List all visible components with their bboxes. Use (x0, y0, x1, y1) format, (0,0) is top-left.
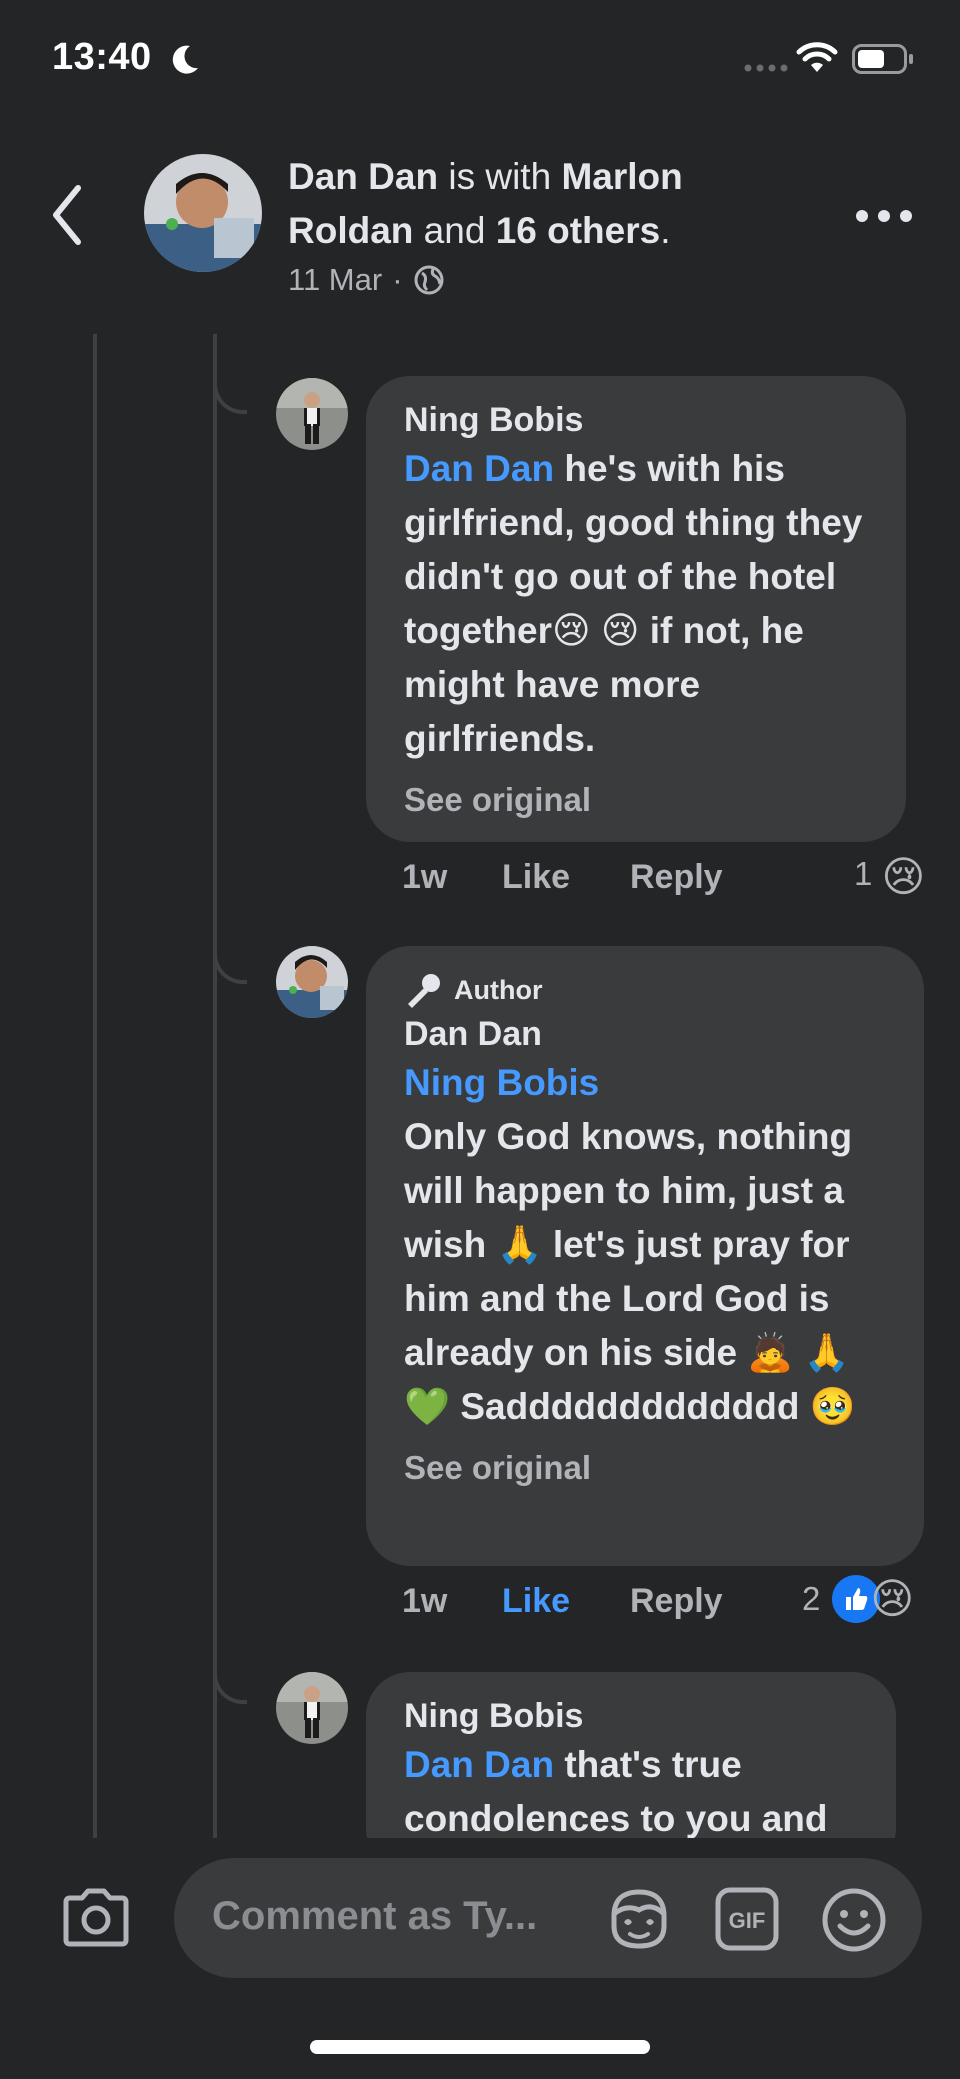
post-header: Dan Dan is with Marlon Roldan and 16 oth… (0, 130, 960, 300)
status-bar: 13:40 (0, 0, 960, 110)
gif-icon[interactable]: GIF (714, 1886, 780, 1952)
post-date[interactable]: 11 Mar (288, 262, 382, 298)
commenter-name[interactable]: Dan Dan (404, 1012, 888, 1056)
comment-body: he's with his girlfriend, good thing the… (404, 448, 863, 759)
comment-actions: 1w Like Reply (402, 858, 922, 904)
wifi-icon (796, 42, 838, 72)
author-avatar-small[interactable] (276, 946, 348, 1018)
reply-button[interactable]: Reply (630, 858, 723, 897)
commenter-name[interactable]: Ning Bobis (404, 1694, 860, 1738)
see-original-link[interactable]: See original (404, 774, 870, 826)
author-avatar[interactable] (144, 154, 262, 272)
reaction-summary[interactable]: 1 😢 (854, 852, 925, 901)
others-link[interactable]: 16 others (496, 210, 661, 251)
comment-text: Dan Dan that's true condolences to you a… (404, 1738, 860, 1846)
comment-bubble[interactable]: Ning Bobis Dan Dan he's with his girlfri… (366, 376, 906, 842)
reply-connector (213, 342, 247, 414)
comment-bubble[interactable]: Author Dan Dan Ning Bobis Only God knows… (366, 946, 924, 1566)
commenter-avatar[interactable] (276, 378, 348, 450)
comment-body: Only God knows, nothing will happen to h… (404, 1116, 856, 1427)
post-title: Dan Dan is with Marlon Roldan and 16 oth… (288, 150, 788, 258)
comment-text: Dan Dan he's with his girlfriend, good t… (404, 442, 870, 766)
comment-text: Ning Bobis Only God knows, nothing will … (404, 1056, 888, 1434)
microphone-icon (408, 974, 440, 1008)
reply-button[interactable]: Reply (630, 1582, 723, 1621)
emoji-icon[interactable] (820, 1886, 888, 1954)
reaction-summary[interactable]: 2 😢 (802, 1574, 914, 1623)
back-icon[interactable] (40, 180, 100, 250)
thread-line-inner (213, 334, 217, 1838)
with-text: is with (448, 156, 552, 197)
battery-icon (852, 44, 913, 74)
like-button[interactable]: Like (502, 858, 570, 897)
commenter-name[interactable]: Ning Bobis (404, 398, 870, 442)
camera-icon[interactable] (60, 1886, 132, 1950)
svg-text:GIF: GIF (729, 1908, 766, 1933)
moon-icon (172, 45, 198, 74)
sad-reaction-icon: 😢 (881, 853, 926, 900)
title-period: . (660, 210, 671, 251)
author-badge: Author (404, 968, 888, 1012)
comment-time[interactable]: 1w (402, 1582, 447, 1621)
reaction-count: 2 (802, 1579, 821, 1617)
reply-connector (213, 1632, 247, 1704)
comment-composer: Comment as Ty... GIF (0, 1838, 960, 2079)
thread-line-outer (93, 334, 97, 1838)
comment-placeholder: Comment as Ty... (212, 1894, 538, 1938)
like-button[interactable]: Like (502, 1582, 570, 1621)
see-original-link[interactable]: See original (404, 1442, 888, 1494)
mention-link[interactable]: Dan Dan (404, 448, 554, 489)
sad-reaction-icon: 😢 (870, 1575, 915, 1622)
mention-link[interactable]: Dan Dan (404, 1744, 554, 1785)
reply-connector (213, 912, 247, 984)
post-meta: 11 Mar · (288, 262, 445, 298)
author-badge-label: Author (454, 974, 543, 1005)
comment-input[interactable]: Comment as Ty... GIF (174, 1858, 922, 1978)
comment-time[interactable]: 1w (402, 858, 447, 897)
meta-separator: · (392, 262, 403, 297)
mention-link[interactable]: Ning Bobis (404, 1056, 888, 1110)
commenter-avatar[interactable] (276, 1672, 348, 1744)
status-time: 13:40 (52, 36, 152, 78)
globe-icon (414, 265, 444, 295)
more-icon[interactable] (856, 204, 920, 228)
and-text: and (423, 210, 486, 251)
signal-icon (744, 64, 788, 72)
author-name[interactable]: Dan Dan (288, 156, 438, 197)
home-indicator (310, 2040, 650, 2054)
avatar-sticker-icon[interactable] (604, 1886, 674, 1952)
reaction-count: 1 (854, 855, 873, 893)
